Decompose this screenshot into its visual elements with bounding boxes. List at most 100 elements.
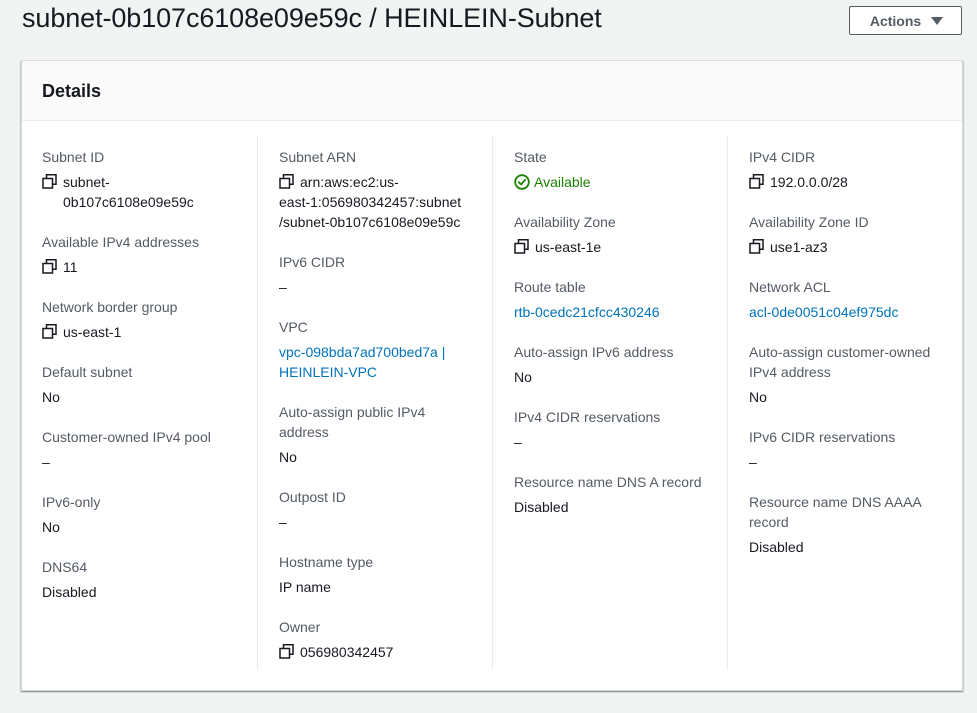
details-column-2: Subnet ARN arn:aws:ec2:us- east-1:056980… bbox=[257, 136, 492, 670]
field-label: IPv6-only bbox=[42, 494, 101, 510]
label-line: IPv4 address bbox=[749, 364, 831, 380]
field-label: Availability Zone ID bbox=[749, 214, 869, 230]
field-subnet-arn: Subnet ARN arn:aws:ec2:us- east-1:056980… bbox=[279, 147, 492, 232]
field-ipv4-cidr-reservations: IPv4 CIDR reservations – bbox=[514, 407, 727, 452]
field-label: Owner bbox=[279, 619, 321, 635]
panel-header: Details bbox=[22, 61, 962, 121]
field-label: Default subnet bbox=[42, 364, 133, 380]
copy-icon[interactable] bbox=[42, 324, 57, 339]
field-label: IPv6 CIDR bbox=[279, 254, 346, 270]
field-hostname-type: Hostname type IP name bbox=[279, 552, 492, 597]
field-value: IP name bbox=[279, 579, 331, 595]
field-dns-a-record: Resource name DNS A record Disabled bbox=[514, 472, 727, 517]
page-title: subnet-0b107c6108e09e59c / HEINLEIN-Subn… bbox=[22, 3, 602, 33]
owner-text: 056980342457 bbox=[300, 644, 394, 660]
field-value: us-east-1 bbox=[42, 322, 277, 342]
field-network-acl: Network ACL acl-0de0051c04ef975dc bbox=[749, 277, 963, 322]
field-label: State bbox=[514, 149, 547, 165]
label-line: Resource name DNS AAAA bbox=[749, 494, 922, 510]
az-text: us-east-1e bbox=[535, 239, 602, 255]
copy-icon[interactable] bbox=[42, 259, 57, 274]
field-label: Availability Zone bbox=[514, 214, 616, 230]
details-column-1: Subnet ID subnet- 0b107c6108e09e59c Avail… bbox=[42, 136, 277, 670]
field-value: 192.0.0.0/28 bbox=[749, 172, 963, 192]
border-group-text: us-east-1 bbox=[63, 324, 122, 340]
details-panel: Details Subnet ID subnet- 0b107c6108e09e5… bbox=[21, 60, 963, 691]
az-id-text: use1-az3 bbox=[770, 239, 828, 255]
field-ipv6-only: IPv6-only No bbox=[42, 492, 277, 537]
field-value: – bbox=[749, 454, 757, 470]
field-label: Customer-owned IPv4 pool bbox=[42, 429, 211, 445]
vpc-link[interactable]: vpc-098bda7ad700bed7a | HEINLEIN-VPC bbox=[279, 342, 492, 382]
field-label: IPv6 CIDR reservations bbox=[749, 429, 896, 445]
copy-icon[interactable] bbox=[42, 174, 57, 189]
field-label: Auto-assign public IPv4 address bbox=[279, 402, 492, 442]
field-availability-zone-id: Availability Zone ID use1-az3 bbox=[749, 212, 963, 257]
available-ipv4-text: 11 bbox=[63, 259, 78, 275]
copy-icon[interactable] bbox=[749, 174, 764, 189]
actions-button[interactable]: Actions bbox=[849, 6, 962, 35]
copy-icon[interactable] bbox=[514, 239, 529, 254]
network-acl-link[interactable]: acl-0de0051c04ef975dc bbox=[749, 302, 963, 322]
field-label: Outpost ID bbox=[279, 489, 346, 505]
label-line: address bbox=[279, 424, 329, 440]
field-label: Available IPv4 addresses bbox=[42, 234, 199, 250]
field-customer-owned-pool: Customer-owned IPv4 pool – bbox=[42, 427, 277, 472]
field-value: arn:aws:ec2:us- bbox=[279, 172, 492, 192]
copy-icon[interactable] bbox=[279, 644, 294, 659]
field-dns64: DNS64 Disabled bbox=[42, 557, 277, 602]
field-value: – bbox=[279, 514, 287, 530]
page-header: subnet-0b107c6108e09e59c / HEINLEIN-Subn… bbox=[0, 0, 977, 44]
state-status: Available bbox=[514, 172, 727, 192]
field-label: Auto-assign customer-owned IPv4 address bbox=[749, 342, 963, 382]
field-vpc: VPC vpc-098bda7ad700bed7a | HEINLEIN-VPC bbox=[279, 317, 492, 382]
arn-first-line: arn:aws:ec2:us- bbox=[300, 174, 399, 190]
field-value: No bbox=[514, 369, 532, 385]
copy-icon[interactable] bbox=[749, 239, 764, 254]
field-label: Network ACL bbox=[749, 279, 831, 295]
field-label: IPv4 CIDR bbox=[749, 149, 816, 165]
field-auto-assign-customer-owned-ipv4: Auto-assign customer-owned IPv4 address N… bbox=[749, 342, 963, 407]
label-line: record bbox=[749, 514, 789, 530]
label-line: Auto-assign customer-owned bbox=[749, 344, 931, 360]
field-ipv4-cidr: IPv4 CIDR 192.0.0.0/28 bbox=[749, 147, 963, 192]
label-line: Auto-assign public IPv4 bbox=[279, 404, 426, 420]
field-route-table: Route table rtb-0cedc21cfcc430246 bbox=[514, 277, 727, 322]
vpc-link-line: vpc-098bda7ad700bed7a | bbox=[279, 344, 446, 360]
field-state: State Available bbox=[514, 147, 727, 192]
route-table-link[interactable]: rtb-0cedc21cfcc430246 bbox=[514, 302, 727, 322]
field-dns-aaaa-record: Resource name DNS AAAA record Disabled bbox=[749, 492, 963, 557]
field-label: Subnet ARN bbox=[279, 149, 357, 165]
field-value: use1-az3 bbox=[749, 237, 963, 257]
vpc-link-line: HEINLEIN-VPC bbox=[279, 364, 378, 380]
field-label: Resource name DNS A record bbox=[514, 474, 702, 490]
state-text: Available bbox=[534, 174, 591, 190]
subnet-id-line: 0b107c6108e09e59c bbox=[63, 194, 194, 210]
field-value: Disabled bbox=[42, 584, 97, 600]
field-value: us-east-1e bbox=[514, 237, 727, 257]
field-value: – bbox=[279, 279, 287, 295]
subnet-id-line: subnet- bbox=[63, 174, 110, 190]
field-ipv6-cidr: IPv6 CIDR – bbox=[279, 252, 492, 297]
field-label: Hostname type bbox=[279, 554, 374, 570]
copy-icon[interactable] bbox=[279, 174, 294, 189]
field-label: Auto-assign IPv6 address bbox=[514, 344, 674, 360]
field-label: VPC bbox=[279, 319, 308, 335]
field-owner: Owner 056980342457 bbox=[279, 617, 492, 662]
subnet-id-text: subnet- 0b107c6108e09e59c bbox=[63, 172, 194, 212]
field-label: Network border group bbox=[42, 299, 178, 315]
ipv4-cidr-text: 192.0.0.0/28 bbox=[770, 174, 848, 190]
field-label: Resource name DNS AAAA record bbox=[749, 492, 963, 532]
field-label: IPv4 CIDR reservations bbox=[514, 409, 661, 425]
caret-down-icon bbox=[931, 17, 944, 25]
field-value: No bbox=[42, 519, 60, 535]
details-column-4: IPv4 CIDR 192.0.0.0/28 Availability Zone… bbox=[727, 136, 963, 670]
field-label: Route table bbox=[514, 279, 586, 295]
field-subnet-id: Subnet ID subnet- 0b107c6108e09e59c bbox=[42, 147, 277, 212]
field-value: 056980342457 bbox=[279, 642, 492, 662]
field-value: – bbox=[514, 434, 522, 450]
status-available-icon bbox=[514, 174, 530, 190]
field-value: No bbox=[749, 389, 767, 405]
field-label: Subnet ID bbox=[42, 149, 105, 165]
field-available-ipv4: Available IPv4 addresses 11 bbox=[42, 232, 277, 277]
